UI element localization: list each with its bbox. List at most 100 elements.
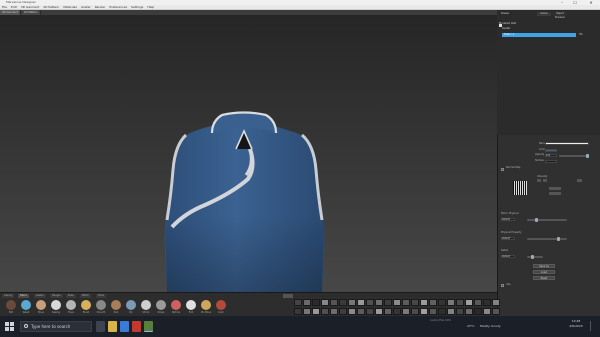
btab-fabric[interactable]: Fabric bbox=[18, 294, 30, 298]
tool-button-particle[interactable] bbox=[171, 300, 181, 310]
fabric-thumbnail[interactable] bbox=[393, 299, 401, 306]
btab-library[interactable]: Library bbox=[2, 294, 15, 298]
tool-button-select[interactable] bbox=[21, 300, 31, 310]
fabric-thumbnail[interactable] bbox=[492, 308, 500, 315]
tool-button-drape[interactable] bbox=[156, 300, 166, 310]
tool-button-brush[interactable] bbox=[81, 300, 91, 310]
btab-hanger[interactable]: Hanger bbox=[50, 294, 63, 298]
fabric-thumbnail[interactable] bbox=[366, 299, 374, 306]
notifications-icon[interactable] bbox=[590, 321, 596, 331]
fabric-thumbnail[interactable] bbox=[465, 299, 473, 306]
tool-button-color[interactable] bbox=[216, 300, 226, 310]
prop-name-field[interactable] bbox=[545, 142, 589, 145]
map-icon[interactable] bbox=[543, 179, 547, 182]
fabric-thumbnail[interactable] bbox=[294, 299, 302, 306]
fabric-thumbnail[interactable] bbox=[303, 299, 311, 306]
normal-map-checkbox[interactable] bbox=[501, 168, 504, 171]
fabric-thumbnail[interactable] bbox=[384, 299, 392, 306]
fabric-thumbnail[interactable] bbox=[429, 299, 437, 306]
physical-property-slider[interactable] bbox=[527, 237, 567, 241]
fabric-thumbnail[interactable] bbox=[339, 299, 347, 306]
fabric-thumbnail[interactable] bbox=[357, 308, 365, 315]
fabric-thumbnail[interactable] bbox=[375, 299, 383, 306]
tool-button-edit[interactable] bbox=[6, 300, 16, 310]
tool-button-pin[interactable] bbox=[126, 300, 136, 310]
tool-button-fold[interactable] bbox=[186, 300, 196, 310]
fabric-thumbnail[interactable] bbox=[438, 308, 446, 315]
fabric-thumbnail[interactable] bbox=[321, 308, 329, 315]
opacity-slider[interactable] bbox=[559, 154, 589, 158]
btab-tools[interactable]: Tools bbox=[96, 294, 106, 298]
fabric-thumbnail[interactable] bbox=[411, 299, 419, 306]
tab-scene[interactable]: Scene bbox=[537, 12, 551, 16]
marvelous-designer-icon[interactable] bbox=[144, 321, 153, 332]
fabric-thumbnail[interactable] bbox=[384, 308, 392, 315]
normal-map-thumbnail[interactable] bbox=[513, 181, 527, 195]
reset-button[interactable]: Reset bbox=[533, 276, 555, 280]
fabric-thumbnail[interactable] bbox=[357, 299, 365, 306]
fabric-thumbnail[interactable] bbox=[456, 299, 464, 306]
prop-opacity-field[interactable]: 100 bbox=[545, 154, 557, 157]
fabric-thumbnail[interactable] bbox=[447, 308, 455, 315]
fabric-thumbnail[interactable] bbox=[420, 299, 428, 306]
btab-stitch[interactable]: Stitch bbox=[80, 294, 91, 298]
tool-button-shrink[interactable] bbox=[141, 300, 151, 310]
clock-date[interactable]: 4/8/2020 bbox=[565, 324, 587, 328]
fabric-thumbnail[interactable] bbox=[330, 299, 338, 306]
scene-row-garment[interactable]: Modelist Vest bbox=[499, 22, 559, 26]
prop-color-swatch[interactable] bbox=[545, 149, 557, 152]
fabric-thumbnail[interactable] bbox=[411, 308, 419, 315]
tool-button-trace[interactable] bbox=[66, 300, 76, 310]
fabric-thumbnail[interactable] bbox=[330, 308, 338, 315]
fabric-thumbnail[interactable] bbox=[474, 308, 482, 315]
fabric-thumbnail[interactable] bbox=[447, 299, 455, 306]
fabric-thumbnail[interactable] bbox=[402, 308, 410, 315]
tool-button-pin-move[interactable] bbox=[201, 300, 211, 310]
clock-time[interactable]: 10:48 bbox=[565, 319, 587, 323]
app-icon[interactable] bbox=[132, 321, 141, 332]
fabric-thumbnail[interactable] bbox=[339, 308, 347, 315]
detail-preset[interactable]: Default bbox=[501, 255, 515, 258]
fabric-thumbnail[interactable] bbox=[420, 308, 428, 315]
file-explorer-icon[interactable] bbox=[108, 321, 117, 332]
fabric-thumbnail[interactable] bbox=[312, 308, 320, 315]
fabric-thumbnail[interactable] bbox=[393, 308, 401, 315]
fabric-thumbnail[interactable] bbox=[321, 299, 329, 306]
fabric-thumbnail[interactable] bbox=[348, 299, 356, 306]
map-option[interactable] bbox=[549, 192, 561, 195]
scene-row-avatar[interactable]: Avatar bbox=[502, 27, 562, 31]
detail-slider[interactable] bbox=[527, 255, 543, 259]
scene-row-fabric-selected[interactable]: Fabric 1 bbox=[502, 33, 576, 37]
fabric-thumbnail[interactable] bbox=[312, 299, 320, 306]
task-view-icon[interactable] bbox=[96, 321, 105, 332]
3d-viewport[interactable] bbox=[0, 15, 497, 292]
fabric-thumbnail[interactable] bbox=[438, 299, 446, 306]
fabric-thumbnail[interactable] bbox=[429, 308, 437, 315]
tool-button-sewing[interactable] bbox=[51, 300, 61, 310]
fabric-thumbnail[interactable] bbox=[402, 299, 410, 306]
prop-texture-field[interactable] bbox=[545, 160, 557, 163]
fabric-physical-preset[interactable]: Default bbox=[501, 218, 515, 221]
section-fabric-physical[interactable]: Fabric Physical bbox=[501, 212, 519, 216]
section-detail[interactable]: Detail bbox=[501, 249, 508, 253]
tool-button-smooth[interactable] bbox=[96, 300, 106, 310]
map-option[interactable] bbox=[549, 187, 561, 190]
fabric-thumbnail[interactable] bbox=[366, 308, 374, 315]
tool-button-move[interactable] bbox=[36, 300, 46, 310]
section-physical-property[interactable]: Physical Property bbox=[501, 231, 522, 235]
start-icon[interactable] bbox=[5, 322, 14, 331]
map-icon[interactable] bbox=[577, 179, 582, 182]
btab-avatar[interactable]: Avatar bbox=[34, 294, 46, 298]
fabric-thumbnail[interactable] bbox=[474, 299, 482, 306]
load-button[interactable]: Load bbox=[533, 270, 555, 274]
btab-pose[interactable]: Pose bbox=[66, 294, 76, 298]
fabric-thumbnail[interactable] bbox=[492, 299, 500, 306]
tab-object-browser[interactable]: Object Browser bbox=[553, 12, 567, 19]
fabric-thumbnail[interactable] bbox=[483, 299, 491, 306]
strip-header-button[interactable] bbox=[283, 294, 293, 298]
fabric-thumbnail[interactable] bbox=[294, 308, 302, 315]
fabric-thumbnail[interactable] bbox=[303, 308, 311, 315]
physical-property-preset[interactable]: Default bbox=[501, 237, 515, 240]
fabric-thumbnail[interactable] bbox=[483, 308, 491, 315]
fabric-thumbnail[interactable] bbox=[348, 308, 356, 315]
